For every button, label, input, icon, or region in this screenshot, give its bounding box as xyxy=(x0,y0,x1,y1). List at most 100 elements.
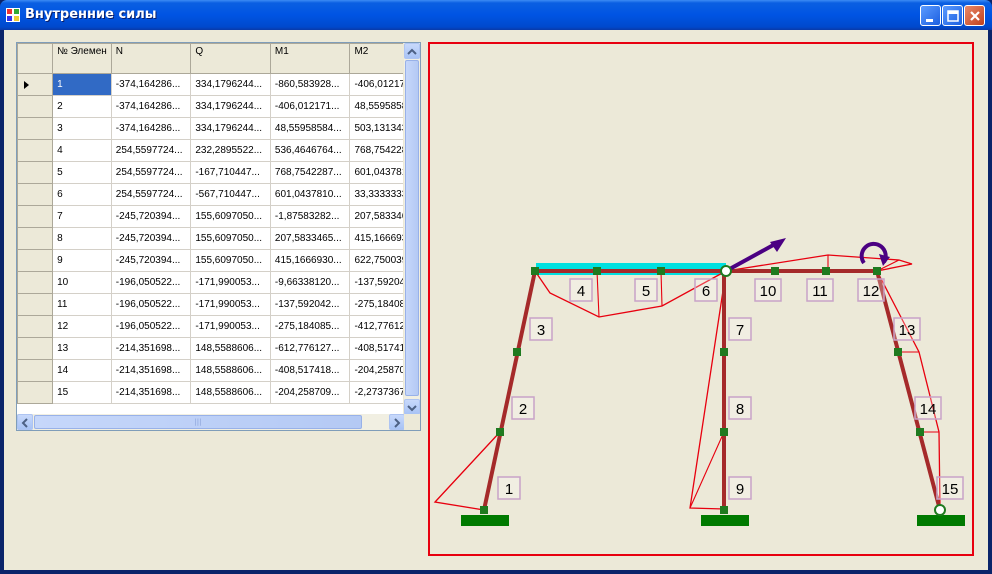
table-cell[interactable]: 14 xyxy=(52,359,112,382)
table-cell[interactable]: 232,2895522... xyxy=(190,139,271,162)
table-cell[interactable]: 334,1796244... xyxy=(190,95,271,118)
row-header[interactable] xyxy=(17,183,54,206)
table-cell[interactable]: 148,5588606... xyxy=(190,381,271,404)
column-header-n[interactable]: N xyxy=(110,43,192,74)
table-cell[interactable]: 254,5597724... xyxy=(110,139,192,162)
table-cell[interactable]: -860,583928... xyxy=(269,73,351,96)
table-cell[interactable]: 15 xyxy=(52,381,112,404)
table-cell[interactable]: 11 xyxy=(52,293,112,316)
table-cell[interactable]: -137,592042... xyxy=(269,293,351,316)
table-cell[interactable]: -406,012171... xyxy=(269,95,351,118)
table-cell[interactable]: -171,990053... xyxy=(190,271,271,294)
row-header[interactable] xyxy=(17,73,54,96)
minimize-button[interactable] xyxy=(920,5,941,26)
table-cell[interactable]: -567,710447... xyxy=(190,183,271,206)
table-cell[interactable]: -204,258709... xyxy=(269,381,351,404)
column-header-m1[interactable]: M1 xyxy=(269,43,351,74)
scroll-left-button[interactable] xyxy=(17,414,33,430)
table-cell[interactable]: 536,4646764... xyxy=(269,139,351,162)
scroll-right-button[interactable] xyxy=(389,414,405,430)
table-cell[interactable]: -214,351698... xyxy=(110,359,192,382)
frame-diagram-canvas[interactable]: 1 2 3 4 5 6 7 8 9 10 11 12 13 14 15 xyxy=(428,42,974,556)
table-row[interactable]: 2 -374,164286... 334,1796244... -406,012171… xyxy=(17,95,420,118)
table-cell[interactable]: 8 xyxy=(52,227,112,250)
table-cell[interactable]: 6 xyxy=(52,183,112,206)
row-header[interactable] xyxy=(17,359,54,382)
row-header[interactable] xyxy=(17,227,54,250)
table-cell[interactable]: -408,517418... xyxy=(269,359,351,382)
table-cell[interactable]: -374,164286... xyxy=(110,117,192,140)
maximize-button[interactable] xyxy=(942,5,963,26)
row-header[interactable] xyxy=(17,249,54,272)
table-row[interactable]: 9 -245,720394... 155,6097050... 415,1666930… xyxy=(17,249,420,272)
table-row[interactable]: 1 -374,164286... 334,1796244... -860,583928… xyxy=(17,73,420,96)
forces-grid[interactable]: № Элемен N Q M1 M2 1 -374,164286... 334,17… xyxy=(16,42,421,431)
table-cell[interactable]: -612,776127... xyxy=(269,337,351,360)
table-cell[interactable]: 48,55958584... xyxy=(269,117,351,140)
table-cell[interactable]: -167,710447... xyxy=(190,161,271,184)
table-cell[interactable]: 334,1796244... xyxy=(190,117,271,140)
table-cell[interactable]: 1 xyxy=(52,73,112,96)
table-cell[interactable]: 4 xyxy=(52,139,112,162)
table-row[interactable]: 11 -196,050522... -171,990053... -137,59204… xyxy=(17,293,420,316)
vertical-scrollbar[interactable] xyxy=(403,43,420,415)
row-header[interactable] xyxy=(17,205,54,228)
table-row[interactable]: 3 -374,164286... 334,1796244... 48,55958584… xyxy=(17,117,420,140)
table-cell[interactable]: -171,990053... xyxy=(190,315,271,338)
table-cell[interactable]: -374,164286... xyxy=(110,95,192,118)
title-bar[interactable]: Внутренние силы xyxy=(0,0,992,30)
table-cell[interactable]: -9,66338120... xyxy=(269,271,351,294)
table-cell[interactable]: -171,990053... xyxy=(190,293,271,316)
table-cell[interactable]: 13 xyxy=(52,337,112,360)
horizontal-scrollbar[interactable]: ||| xyxy=(17,414,405,430)
table-cell[interactable]: 148,5588606... xyxy=(190,359,271,382)
table-cell[interactable]: -1,87583282... xyxy=(269,205,351,228)
table-row[interactable]: 12 -196,050522... -171,990053... -275,18408… xyxy=(17,315,420,338)
table-cell[interactable]: 155,6097050... xyxy=(190,227,271,250)
table-cell[interactable]: 9 xyxy=(52,249,112,272)
table-row[interactable]: 6 254,5597724... -567,710447... 601,0437810… xyxy=(17,183,420,206)
table-cell[interactable]: 601,0437810... xyxy=(269,183,351,206)
table-cell[interactable]: 7 xyxy=(52,205,112,228)
table-cell[interactable]: -196,050522... xyxy=(110,271,192,294)
table-row[interactable]: 8 -245,720394... 155,6097050... 207,5833465… xyxy=(17,227,420,250)
table-cell[interactable]: 148,5588606... xyxy=(190,337,271,360)
table-cell[interactable]: 768,7542287... xyxy=(269,161,351,184)
table-cell[interactable]: 155,6097050... xyxy=(190,205,271,228)
row-header[interactable] xyxy=(17,271,54,294)
table-cell[interactable]: -245,720394... xyxy=(110,249,192,272)
table-cell[interactable]: -245,720394... xyxy=(110,205,192,228)
row-header[interactable] xyxy=(17,337,54,360)
row-header[interactable] xyxy=(17,117,54,140)
table-cell[interactable]: 207,5833465... xyxy=(269,227,351,250)
table-cell[interactable]: 415,1666930... xyxy=(269,249,351,272)
row-header[interactable] xyxy=(17,95,54,118)
table-row[interactable]: 5 254,5597724... -167,710447... 768,7542287… xyxy=(17,161,420,184)
table-row[interactable]: 4 254,5597724... 232,2895522... 536,4646764… xyxy=(17,139,420,162)
table-cell[interactable]: -374,164286... xyxy=(110,73,192,96)
table-cell[interactable]: -275,184085... xyxy=(269,315,351,338)
table-row[interactable]: 13 -214,351698... 148,5588606... -612,77612… xyxy=(17,337,420,360)
table-cell[interactable]: -214,351698... xyxy=(110,381,192,404)
column-header-element[interactable]: № Элемен xyxy=(52,43,112,74)
table-cell[interactable]: -196,050522... xyxy=(110,293,192,316)
table-cell[interactable]: 334,1796244... xyxy=(190,73,271,96)
table-cell[interactable]: 3 xyxy=(52,117,112,140)
row-header[interactable] xyxy=(17,381,54,404)
table-cell[interactable]: 254,5597724... xyxy=(110,183,192,206)
table-cell[interactable]: 254,5597724... xyxy=(110,161,192,184)
scroll-up-button[interactable] xyxy=(404,43,420,59)
row-header[interactable] xyxy=(17,293,54,316)
column-header-q[interactable]: Q xyxy=(190,43,271,74)
table-cell[interactable]: 5 xyxy=(52,161,112,184)
vertical-scroll-thumb[interactable] xyxy=(405,60,419,396)
table-row[interactable]: 15 -214,351698... 148,5588606... -204,25870… xyxy=(17,381,420,404)
table-cell[interactable]: 12 xyxy=(52,315,112,338)
row-header[interactable] xyxy=(17,315,54,338)
table-row[interactable]: 7 -245,720394... 155,6097050... -1,87583282… xyxy=(17,205,420,228)
table-cell[interactable]: 2 xyxy=(52,95,112,118)
table-row[interactable]: 14 -214,351698... 148,5588606... -408,51741… xyxy=(17,359,420,382)
horizontal-scroll-thumb[interactable]: ||| xyxy=(34,415,362,429)
close-button[interactable] xyxy=(964,5,985,26)
scroll-down-button[interactable] xyxy=(404,399,420,415)
